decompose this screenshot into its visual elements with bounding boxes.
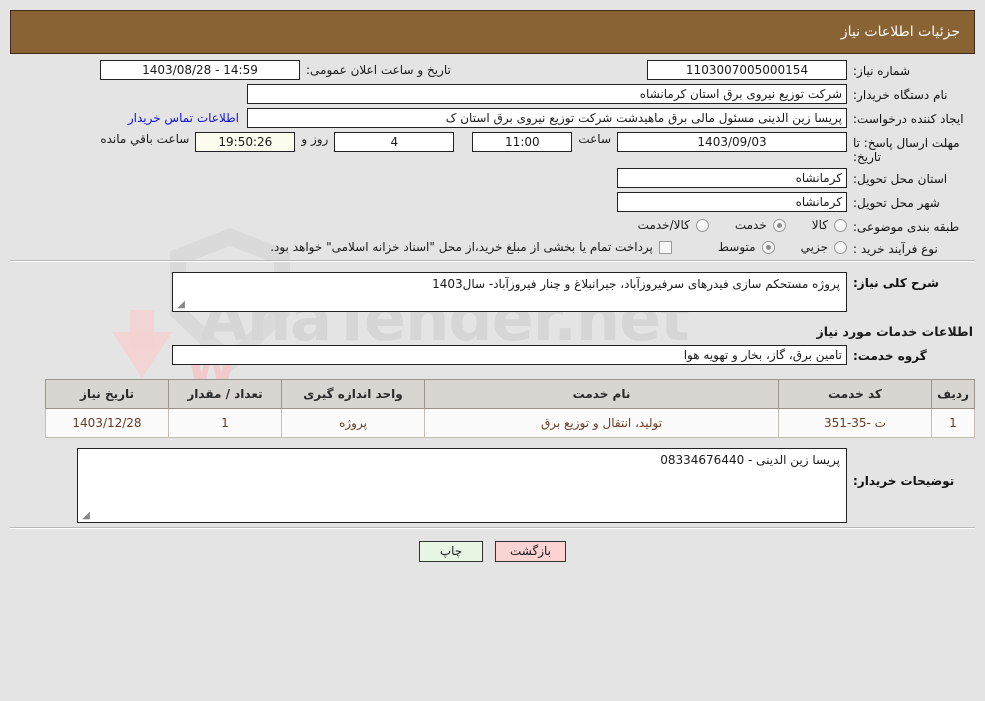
requester-label: ایجاد کننده درخواست: [853,112,964,126]
services-table: ردیف کد خدمت نام خدمت واحد اندازه گیری ت… [45,379,975,438]
deadline-date-field[interactable]: 1403/09/03 [617,132,847,152]
row-category: طبقه بندی موضوعی: کالا خدمت کالا/خدمت [10,216,975,234]
page-title: جزئیات اطلاعات نیاز [840,24,960,40]
category-option-2-label: کالا/خدمت [637,218,690,232]
category-option-2[interactable]: کالا/خدمت [638,218,709,232]
deadline-label: مهلت ارسال پاسخ: تا تاریخ: [853,136,960,164]
resize-grip-icon[interactable]: ◢ [175,300,185,310]
general-description-label: شرح کلی نیاز: [853,276,939,290]
radio-icon-khedmat[interactable] [772,218,786,232]
cell-date: 1403/12/28 [45,408,169,438]
buyer-org-field[interactable]: شرکت توزیع نیروی برق استان کرمانشاه [247,84,847,104]
buyer-contact-link[interactable]: اطلاعات تماس خریدار [128,111,247,125]
buyer-org-label: نام دستگاه خریدار: [853,88,948,102]
table-header-row: ردیف کد خدمت نام خدمت واحد اندازه گیری ت… [45,379,975,409]
row-general-description: شرح کلی نیاز: پروژه مستحکم سازی فیدرهای … [10,272,975,312]
deadline-countdown-label: ساعت باقي مانده [100,132,190,146]
row-buyer-org: نام دستگاه خریدار: شرکت توزیع نیروی برق … [10,84,975,104]
need-info-panel: شماره نیاز: 1103007005000154 تاریخ و ساع… [0,54,985,266]
service-group-label: گروه خدمت: [853,349,927,363]
treasury-docs-label: پرداخت تمام یا بخشی از مبلغ خرید،از محل … [270,240,653,254]
col-qty: تعداد / مقدار [168,379,282,409]
col-row: ردیف [931,379,975,409]
province-field[interactable]: کرمانشاه [617,168,847,188]
services-section-title: اطلاعات خدمات مورد نیاز [816,324,974,339]
deadline-hour-label: ساعت [578,132,611,146]
city-field[interactable]: کرمانشاه [617,192,847,212]
requester-field[interactable]: پریسا زین الدینی مسئول مالی برق ماهیدشت … [247,108,847,128]
announce-datetime-label: تاریخ و ساعت اعلان عمومی: [306,63,451,77]
cell-unit: پروژه [281,408,425,438]
back-button[interactable]: بازگشت [495,541,566,562]
purchase-type-option-1[interactable]: متوسط [718,240,775,254]
need-number-field[interactable]: 1103007005000154 [647,60,847,80]
purchase-type-option-1-label: متوسط [717,240,756,254]
divider-1 [10,260,975,262]
category-option-1-label: خدمت [734,218,767,232]
category-label: طبقه بندی موضوعی: [853,220,960,234]
cell-code: ت -35-351 [778,408,932,438]
cell-name: تولید، انتقال و توزیع برق [424,408,779,438]
col-date: تاریخ نیاز [45,379,169,409]
buyer-comments-field[interactable]: پریسا زین الدینی - 08334676440 ◢ [77,448,847,523]
purchase-type-label: نوع فرآیند خرید : [853,242,938,256]
row-buyer-comments: توضیحات خریدار: پریسا زین الدینی - 08334… [10,448,975,523]
deadline-days-field[interactable]: 4 [334,132,455,152]
row-city: شهر محل تحویل: کرمانشاه [10,192,975,212]
buyer-comments-text: پریسا زین الدینی - 08334676440 [660,453,840,467]
row-province: استان محل تحویل: کرمانشاه [10,168,975,188]
row-purchase-type: نوع فرآیند خرید : جزیي متوسط پرداخت تمام… [10,238,975,256]
button-bar: بازگشت چاپ [10,541,975,562]
buyer-comments-panel: توضیحات خریدار: پریسا زین الدینی - 08334… [0,442,985,566]
category-option-1[interactable]: خدمت [735,218,786,232]
announce-datetime-field[interactable]: 14:59 - 1403/08/28 [100,60,300,80]
col-name: نام خدمت [424,379,779,409]
purchase-type-option-0-label: جزیي [800,240,828,254]
deadline-countdown-field: 19:50:26 [195,132,296,152]
col-unit: واحد اندازه گیری [281,379,425,409]
need-number-label: شماره نیاز: [853,64,910,78]
services-table-panel: ردیف کد خدمت نام خدمت واحد اندازه گیری ت… [0,379,985,442]
cell-row: 1 [931,408,975,438]
divider-2 [10,527,975,529]
radio-icon-jozi[interactable] [834,240,847,254]
radio-icon-kala[interactable] [834,218,847,232]
table-row: 1 ت -35-351 تولید، انتقال و توزیع برق پر… [45,408,975,438]
col-code: کد خدمت [778,379,932,409]
category-option-0[interactable]: کالا [812,218,847,232]
general-description-text: پروژه مستحکم سازی فیدرهای سرفیروزآباد، ج… [432,277,840,291]
page-header: جزئیات اطلاعات نیاز [10,10,975,54]
buyer-comments-label: توضیحات خریدار: [853,474,955,488]
row-requester: ایجاد کننده درخواست: پریسا زین الدینی مس… [10,108,975,128]
service-group-field[interactable]: تامین برق، گاز، بخار و تهویه هوا [172,345,847,365]
treasury-docs-checkbox[interactable] [658,240,672,254]
deadline-hour-field[interactable]: 11:00 [472,132,573,152]
purchase-type-option-0[interactable]: جزیي [801,240,847,254]
radio-icon-kala-khedmat[interactable] [695,218,709,232]
resize-grip-icon-comments[interactable]: ◢ [80,511,90,521]
general-description-field[interactable]: پروژه مستحکم سازی فیدرهای سرفیروزآباد، ج… [172,272,847,312]
category-option-0-label: کالا [811,218,828,232]
deadline-days-label: روز و [301,132,329,146]
province-label: استان محل تحویل: [853,172,948,186]
row-need-number: شماره نیاز: 1103007005000154 تاریخ و ساع… [10,60,975,80]
row-deadline: مهلت ارسال پاسخ: تا تاریخ: 1403/09/03 سا… [10,132,975,164]
radio-icon-motevaset[interactable] [761,240,775,254]
city-label: شهر محل تحویل: [853,196,940,210]
cell-qty: 1 [168,408,282,438]
print-button[interactable]: چاپ [419,541,483,562]
general-description-panel: شرح کلی نیاز: پروژه مستحکم سازی فیدرهای … [0,266,985,373]
row-service-group: گروه خدمت: تامین برق، گاز، بخار و تهویه … [10,345,975,365]
